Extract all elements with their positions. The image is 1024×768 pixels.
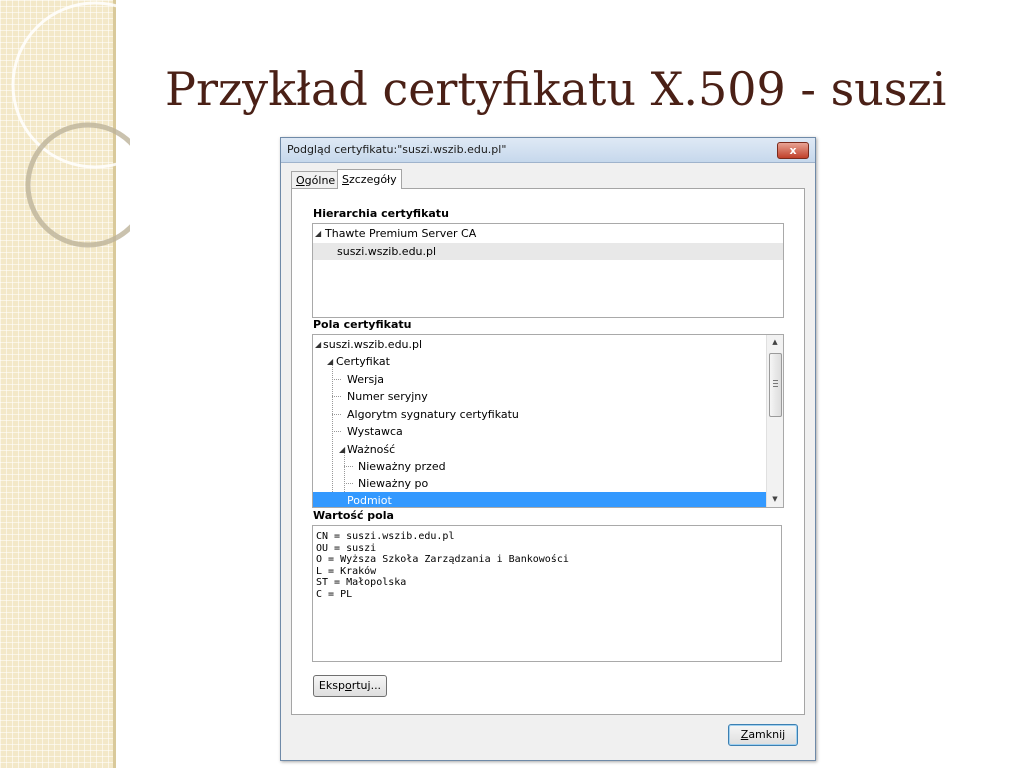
export-accelerator: o (344, 679, 352, 692)
expanded-arrow-icon[interactable]: ◢ (327, 353, 333, 370)
field-item[interactable]: ◢ Certyfikat (313, 353, 783, 370)
fields-scrollbar[interactable]: ▲ ▼ (766, 335, 783, 507)
value-line: C = PL (316, 588, 353, 600)
hierarchy-item-label: Thawte Premium Server CA (325, 227, 477, 240)
scroll-up-arrow-icon[interactable]: ▲ (767, 335, 783, 350)
hierarchy-item-label: suszi.wszib.edu.pl (337, 245, 437, 258)
tab-general-label: gólne (304, 174, 336, 187)
scroll-thumb[interactable] (769, 353, 782, 417)
field-item[interactable]: Numer seryjny (313, 388, 783, 405)
close-button-label: amknij (748, 728, 786, 741)
tab-details-label: zczegóły (348, 173, 397, 186)
expanded-arrow-icon[interactable]: ◢ (315, 336, 321, 353)
value-line: O = Wyższa Szkoła Zarządzania i Bankowoś… (316, 554, 569, 565)
grip-icon (773, 386, 778, 388)
field-item[interactable]: Wersja (313, 371, 783, 388)
field-item[interactable]: Algorytm sygnatury certyfikatu (313, 406, 783, 423)
hierarchy-tree[interactable]: ◢ Thawte Premium Server CA suszi.wszib.e… (312, 223, 784, 318)
hierarchy-label: Hierarchia certyfikatu (313, 207, 449, 220)
field-item-selected[interactable]: Podmiot (313, 492, 767, 507)
field-item-label: Nieważny po (358, 477, 429, 490)
field-item[interactable]: Wystawca (313, 423, 783, 440)
details-panel: Hierarchia certyfikatu ◢ Thawte Premium … (291, 188, 805, 715)
value-line: ST = Małopolska (316, 577, 407, 588)
grip-icon (773, 383, 778, 385)
decorative-circles (11, 1, 130, 248)
hierarchy-item-leaf[interactable]: suszi.wszib.edu.pl (313, 243, 783, 260)
hierarchy-item-root[interactable]: ◢ Thawte Premium Server CA (313, 225, 783, 242)
export-label-part: Eksp (318, 679, 345, 692)
expanded-arrow-icon[interactable]: ◢ (339, 441, 345, 458)
close-button[interactable]: Zamknij (728, 724, 798, 746)
export-button[interactable]: Eksportuj... (313, 675, 387, 697)
certificate-dialog: Podgląd certyfikatu:"suszi.wszib.edu.pl"… (280, 137, 816, 761)
field-item-label: Podmiot (347, 494, 392, 507)
fields-tree[interactable]: ◢ suszi.wszib.edu.pl ◢ Certyfikat Wersja… (312, 334, 784, 508)
tab-details[interactable]: Szczegóły (337, 169, 402, 189)
field-item-label: Nieważny przed (358, 460, 446, 473)
close-icon: x (789, 144, 797, 157)
value-line: CN = suszi.wszib.edu.pl (316, 531, 455, 542)
field-item-label: Certyfikat (336, 355, 390, 368)
field-item[interactable]: Nieważny przed (313, 458, 783, 475)
value-line: L = Kraków (316, 565, 377, 577)
tab-general-accelerator: O (296, 174, 305, 187)
field-item-label: Ważność (347, 443, 396, 456)
export-label-part: rtuj... (351, 679, 382, 692)
value-label: Wartość pola (313, 509, 394, 522)
field-item-label: Numer seryjny (347, 390, 428, 403)
field-item[interactable]: ◢ suszi.wszib.edu.pl (313, 336, 783, 353)
value-line: OU = suszi (316, 542, 377, 554)
close-window-button[interactable]: x (777, 142, 809, 159)
scroll-down-arrow-icon[interactable]: ▼ (767, 492, 783, 507)
field-item[interactable]: ◢ Ważność (313, 441, 783, 458)
fields-label: Pola certyfikatu (313, 318, 412, 331)
expanded-arrow-icon[interactable]: ◢ (315, 225, 321, 242)
field-value-textbox[interactable]: CN = suszi.wszib.edu.pl OU = suszi O = W… (312, 525, 782, 662)
field-item[interactable]: Nieważny po (313, 475, 783, 492)
dialog-title: Podgląd certyfikatu:"suszi.wszib.edu.pl" (287, 143, 507, 156)
field-item-label: Algorytm sygnatury certyfikatu (347, 408, 519, 421)
tab-general[interactable]: Ogólne (291, 171, 341, 189)
dialog-titlebar[interactable]: Podgląd certyfikatu:"suszi.wszib.edu.pl"… (281, 138, 815, 163)
field-item-label: Wystawca (347, 425, 403, 438)
field-item-label: suszi.wszib.edu.pl (323, 338, 423, 351)
tab-details-accelerator: S (342, 173, 349, 186)
field-item-label: Wersja (347, 373, 385, 386)
grip-icon (773, 380, 778, 382)
slide-title: Przykład certyfikatu X.509 - suszi (165, 62, 947, 116)
